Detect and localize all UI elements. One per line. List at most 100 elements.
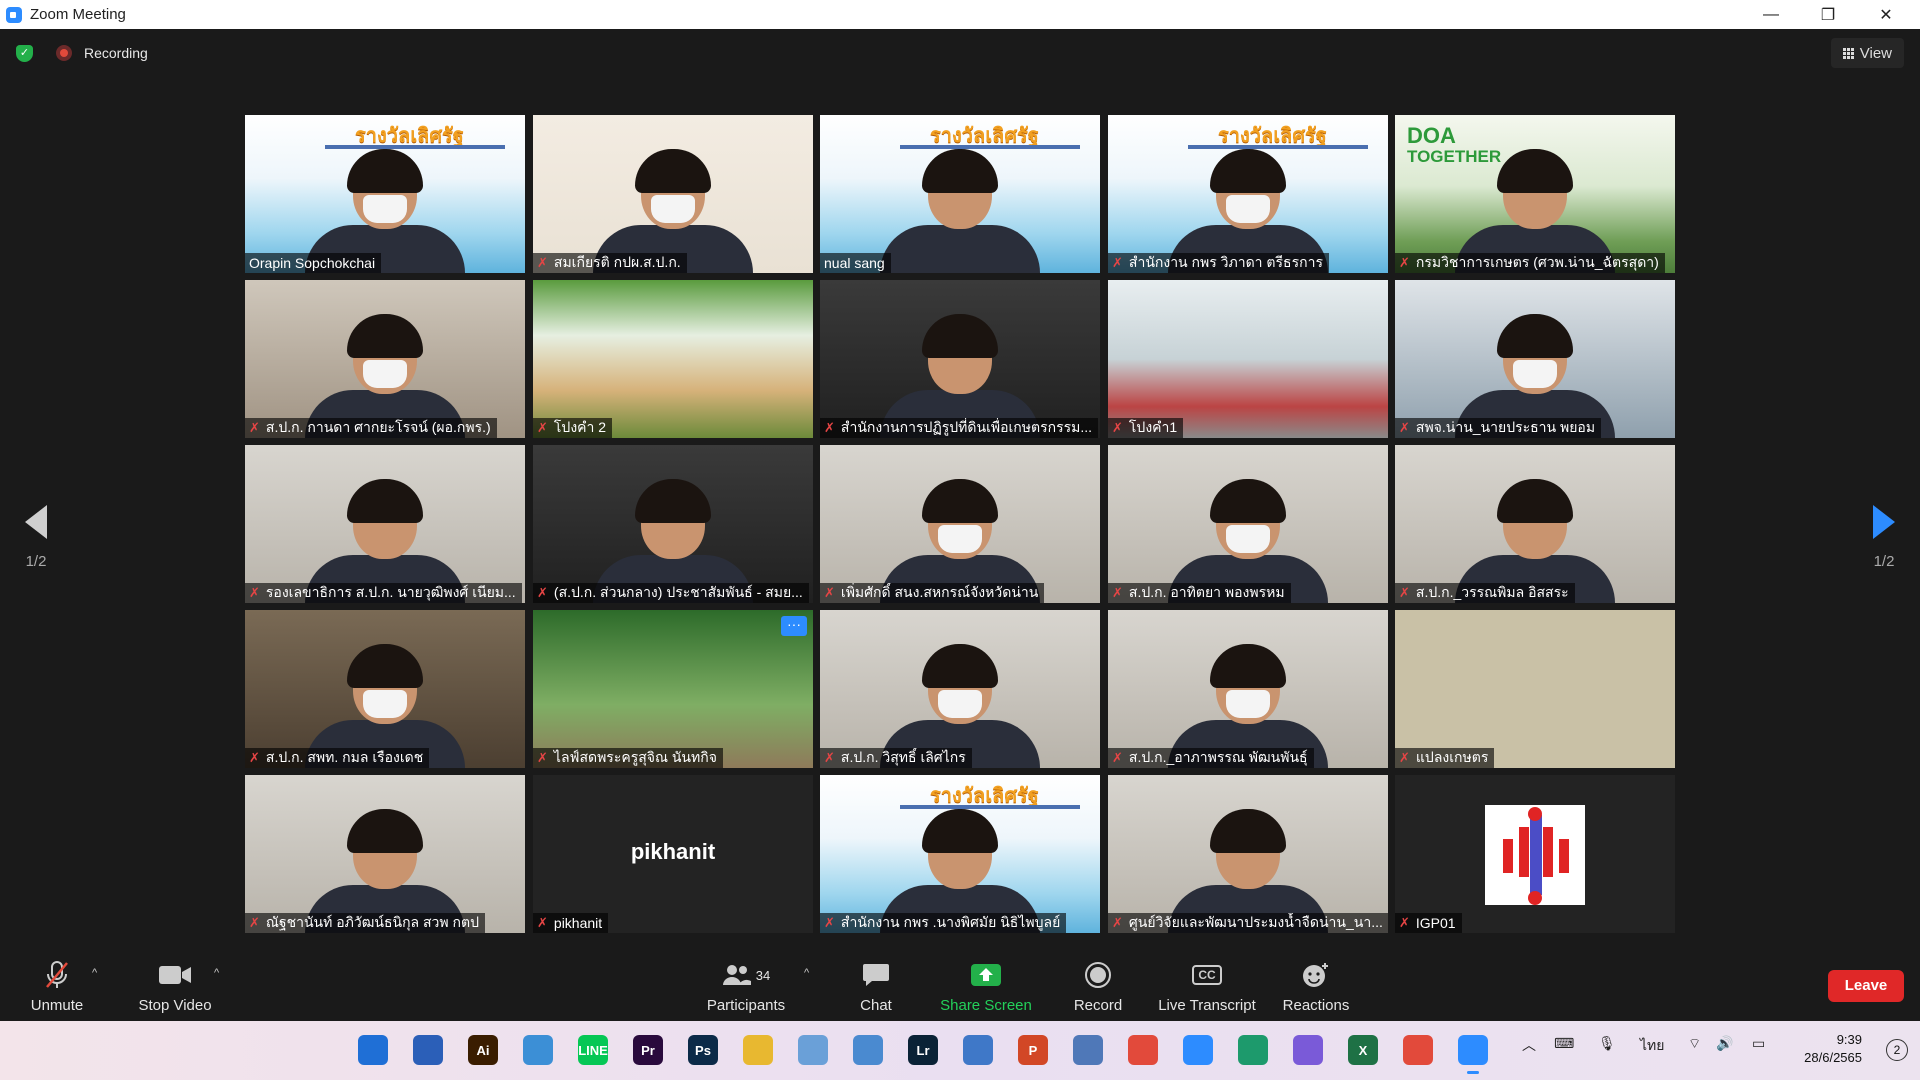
participant-video-tile[interactable]: pikhanit ✗ pikhanit (533, 775, 813, 933)
participant-video-tile[interactable]: ✗ รองเลขาธิการ ส.ป.ก. นายวุฒิพงศ์ เนียม..… (245, 445, 525, 603)
participant-video-tile[interactable]: ✗ สพจ.น่าน_นายประธาน พยอม (1395, 280, 1675, 438)
participant-video-tile[interactable]: รางวัลเลิศรัฐ ✗ สำนักงาน กพร .นางพิศมัย นิ… (820, 775, 1100, 933)
window-title-bar: Zoom Meeting — ❐ ✕ (0, 0, 1920, 29)
participant-video-tile[interactable]: ··· ✗ ไลฟ์สดพระครูสุจิณ นันทกิจ (533, 610, 813, 768)
participants-options-caret-icon[interactable]: ^ (804, 967, 809, 979)
keyboard-icon[interactable]: ⌨ (1554, 1035, 1574, 1052)
participant-name-tag: ✗ รองเลขาธิการ ส.ป.ก. นายวุฒิพงศ์ เนียม..… (245, 583, 522, 603)
photoshop-icon[interactable]: Ps (688, 1035, 718, 1065)
audio-options-caret-icon[interactable]: ^ (92, 967, 97, 979)
participant-video-tile[interactable]: DOA TOGETHER ✗ กรมวิชาการเกษตร (ศวพ.น่าน_ฉั… (1395, 115, 1675, 273)
unmute-button[interactable]: Unmute (22, 945, 92, 1021)
participant-display-name-large: pikhanit (630, 839, 716, 864)
participant-name-tag: ✗ ส.ป.ก._อาภาพรรณ พัฒนพันธุ์ (1108, 748, 1314, 768)
battery-icon[interactable]: ▭ (1752, 1035, 1765, 1052)
participant-name: สำนักงาน กพร วิภาดา ตรีธรการ (1128, 254, 1323, 270)
reactions-button[interactable]: Reactions (1266, 945, 1366, 1021)
tile-more-options-button[interactable]: ··· (781, 616, 807, 636)
recording-icon[interactable] (56, 45, 72, 61)
participant-name: เพิ่มศักดิ์ สนง.สหกรณ์จังหวัดน่าน (840, 584, 1039, 600)
chrome-profile-icon[interactable] (1403, 1035, 1433, 1065)
participant-video-tile[interactable]: ✗ สำนักงานการปฏิรูปที่ดินเพื่อเกษตรกรรม..… (820, 280, 1100, 438)
file-explorer-icon[interactable] (743, 1035, 773, 1065)
participant-video-tile[interactable]: ✗ สมเกียรติ กปผ.ส.ป.ก. (533, 115, 813, 273)
volume-icon[interactable]: 🔊 (1716, 1035, 1733, 1052)
world-clock-icon[interactable] (963, 1035, 993, 1065)
crop-tool-icon[interactable] (853, 1035, 883, 1065)
next-page-button[interactable]: 1/2 (1864, 505, 1904, 570)
illustrator-icon[interactable]: Ai (468, 1035, 498, 1065)
wifi-icon[interactable]: ⌔ (1688, 1035, 1701, 1053)
chat-label: Chat (860, 997, 892, 1014)
participant-video-tile[interactable]: ✗ ส.ป.ก._อาภาพรรณ พัฒนพันธุ์ (1108, 610, 1388, 768)
organization-logo-icon (1485, 805, 1585, 905)
restore-button[interactable]: ❐ (1800, 0, 1856, 29)
participant-video-tile[interactable]: ✗ ส.ป.ก. สพท. กมล เรืองเดช (245, 610, 525, 768)
video-options-caret-icon[interactable]: ^ (214, 967, 219, 979)
participant-video-tile[interactable]: ✗ โปงคำ1 (1108, 280, 1388, 438)
participant-video-tile[interactable]: ✗ IGP01 (1395, 775, 1675, 933)
record-button[interactable]: Record (1048, 945, 1148, 1021)
excel-icon[interactable]: X (1348, 1035, 1378, 1065)
close-button[interactable]: ✕ (1858, 0, 1914, 29)
share-screen-button[interactable]: Share Screen (936, 945, 1036, 1021)
leave-button[interactable]: Leave (1828, 970, 1904, 1002)
premiere-icon[interactable]: Pr (633, 1035, 663, 1065)
lightroom-icon[interactable]: Lr (908, 1035, 938, 1065)
participant-video-tile[interactable]: ✗ เพิ่มศักดิ์ สนง.สหกรณ์จังหวัดน่าน (820, 445, 1100, 603)
participant-name: สพจ.น่าน_นายประธาน พยอม (1415, 419, 1596, 435)
participant-video-tile[interactable]: ✗ (ส.ป.ก. ส่วนกลาง) ประชาสัมพันธ์ - สมย..… (533, 445, 813, 603)
participant-video-tile[interactable]: ✗ ศูนย์วิจัยและพัฒนาประมงน้ำจืดน่าน_นา... (1108, 775, 1388, 933)
muted-mic-icon: ✗ (1112, 750, 1123, 765)
powerpoint-icon[interactable]: P (1018, 1035, 1048, 1065)
pen-icon[interactable] (1238, 1035, 1268, 1065)
grid-view-icon (1842, 47, 1854, 59)
snipping-icon[interactable] (798, 1035, 828, 1065)
recording-label: Recording (84, 45, 148, 61)
clock-date: 28/6/2565 (1804, 1050, 1862, 1065)
participant-video-tile[interactable]: ✗ ส.ป.ก. กานดา ศากยะโรจน์ (ผอ.กพร.) (245, 280, 525, 438)
store-icon[interactable] (413, 1035, 443, 1065)
stop-video-button[interactable]: Stop Video (130, 945, 220, 1021)
virtual-background-title: DOA (1407, 123, 1456, 148)
participant-video-tile[interactable]: ✗ แปลงเกษตร (1395, 610, 1675, 768)
live-transcript-label: Live Transcript (1158, 997, 1256, 1014)
notification-badge[interactable]: 2 (1886, 1039, 1908, 1061)
security-shield-icon[interactable]: ✓ (16, 45, 33, 62)
participants-icon: 34 (722, 959, 770, 991)
windows-start-icon[interactable] (358, 1035, 388, 1065)
participant-video-tile[interactable]: ✗ ส.ป.ก. วิสุทธิ์ เลิศไกร (820, 610, 1100, 768)
participant-video-tile[interactable]: ✗ โปงคำ 2 (533, 280, 813, 438)
previous-page-button[interactable]: 1/2 (16, 505, 56, 570)
zoom-icon[interactable] (1183, 1035, 1213, 1065)
show-hidden-icons-chevron-icon[interactable]: ︿ (1522, 1035, 1536, 1055)
participant-video-tile[interactable]: รางวัลเลิศรัฐ Orapin Sopchokchai (245, 115, 525, 273)
window-title: Zoom Meeting (30, 6, 126, 23)
participant-name: สำนักงานการปฏิรูปที่ดินเพื่อเกษตรกรรม... (840, 419, 1093, 435)
photos-icon[interactable] (523, 1035, 553, 1065)
microphone-icon[interactable]: 🎙 (1598, 1035, 1616, 1052)
participant-video-tile[interactable]: ✗ ส.ป.ก. อาทิตยา พองพรหม (1108, 445, 1388, 603)
participant-name: กรมวิชาการเกษตร (ศวพ.น่าน_ฉัตรสุดา) (1415, 254, 1659, 270)
monitor-icon[interactable] (1073, 1035, 1103, 1065)
chrome-icon[interactable] (1128, 1035, 1158, 1065)
participant-video-tile[interactable]: รางวัลเลิศรัฐ nual sang (820, 115, 1100, 273)
participants-button[interactable]: 34 Participants (696, 945, 796, 1021)
muted-mic-icon: ✗ (249, 750, 260, 765)
snip-sketch-icon[interactable] (1293, 1035, 1323, 1065)
zoom-logo-icon (6, 6, 22, 23)
participant-video-tile[interactable]: ✗ ส.ป.ก._วรรณพิมล อิสสระ (1395, 445, 1675, 603)
view-button[interactable]: View (1830, 38, 1904, 68)
muted-mic-icon: ✗ (249, 585, 260, 600)
participant-video-tile[interactable]: ✗ ณัฐชานันท์ อภิวัฒน์ธนิกุล สวพ กตป (245, 775, 525, 933)
system-clock[interactable]: 9:39 28/6/2565 (1804, 1031, 1862, 1067)
language-indicator[interactable]: ไทย (1640, 1035, 1664, 1057)
live-transcript-button[interactable]: CC Live Transcript (1152, 945, 1262, 1021)
windows-taskbar: Ai LINE Pr Ps Lr P X ︿ ⌨ 🎙 ไทย ⌔ 🔊 ▭ 9:39 28/6… (0, 1021, 1920, 1080)
chat-button[interactable]: Chat (826, 945, 926, 1021)
minimize-button[interactable]: — (1743, 0, 1799, 29)
line-icon[interactable]: LINE (578, 1035, 608, 1065)
participant-video-tile[interactable]: รางวัลเลิศรัฐ ✗ สำนักงาน กพร วิภาดา ตรีธรก… (1108, 115, 1388, 273)
muted-mic-icon: ✗ (1112, 585, 1123, 600)
zoom-active-icon[interactable] (1458, 1035, 1488, 1074)
